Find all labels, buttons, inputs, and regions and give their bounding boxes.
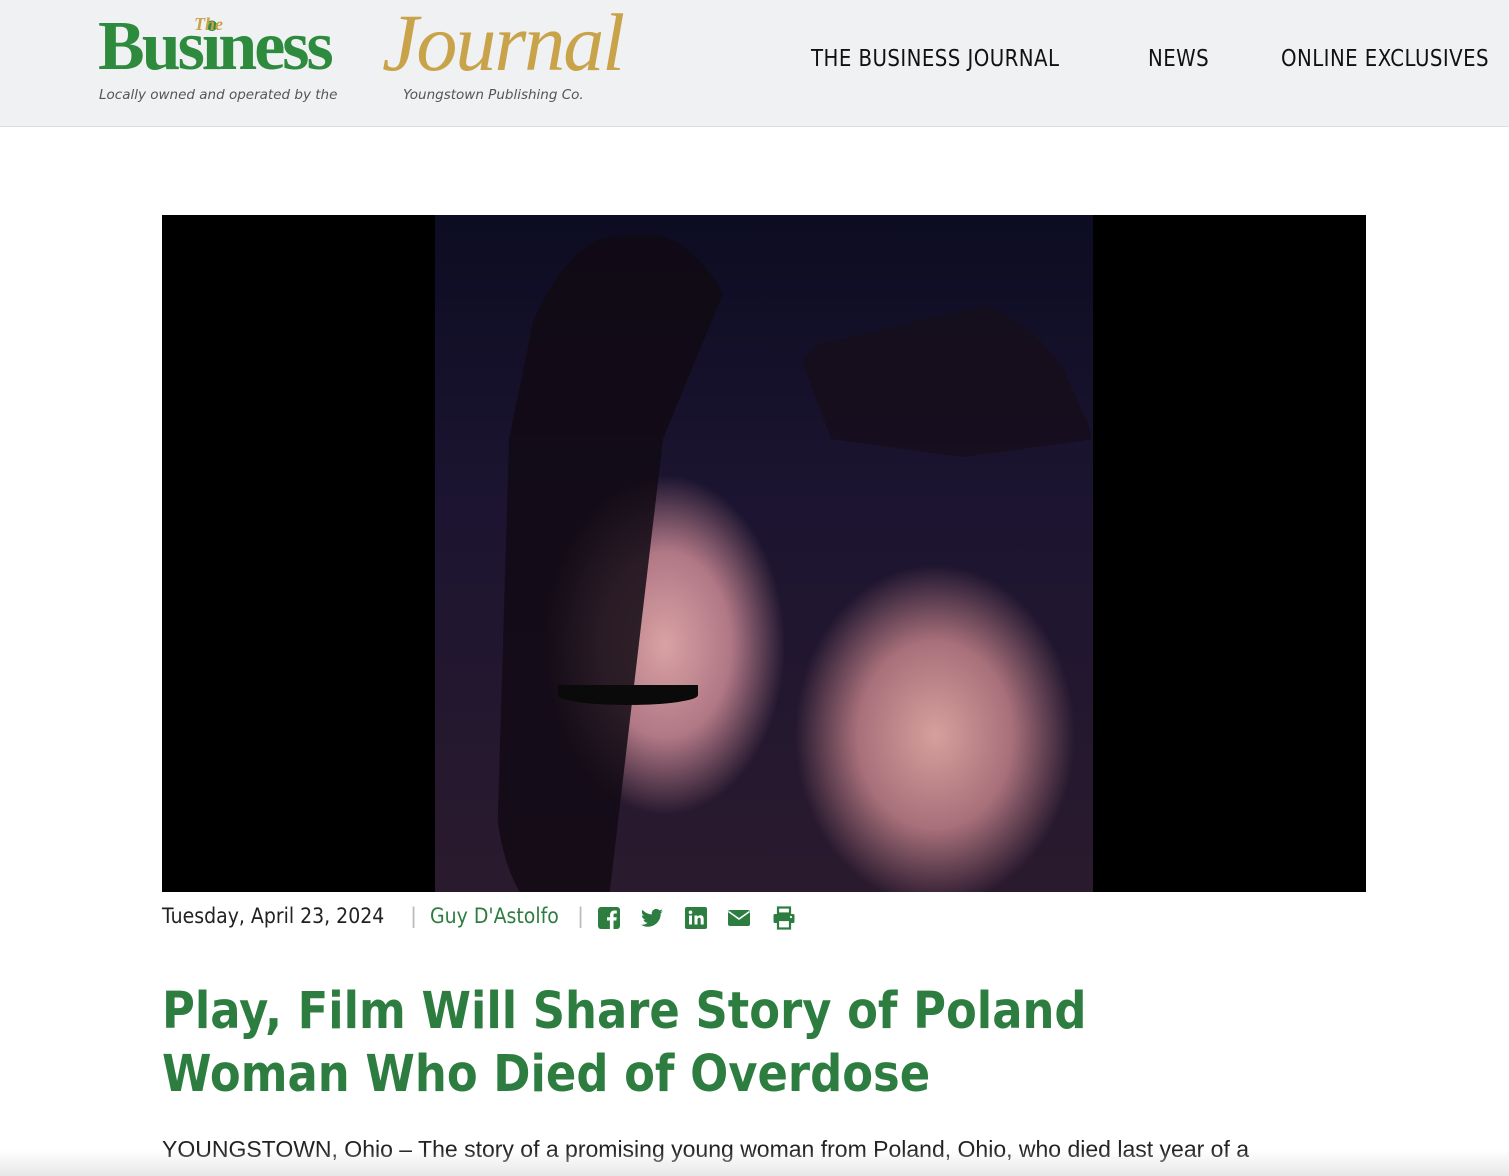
twitter-icon[interactable]: [640, 906, 664, 930]
article-meta: Tuesday, April 23, 2024 | Guy D'Astolfo …: [162, 902, 862, 936]
nav-item-the-business-journal[interactable]: THE BUSINESS JOURNAL: [811, 46, 1059, 72]
photo-shape-hair-right: [798, 295, 1095, 457]
site-header: Business The Journal Locally owned and o…: [0, 0, 1509, 127]
nav-item-news[interactable]: NEWS: [1148, 46, 1209, 72]
article-photo: [435, 215, 1095, 892]
author-link[interactable]: Guy D'Astolfo: [430, 904, 559, 928]
main-nav: THE BUSINESS JOURNAL NEWS ONLINE EXCLUSI…: [0, 46, 1509, 80]
photo-shape-choker: [558, 685, 698, 705]
article-headline: Play, Film Will Share Story of Poland Wo…: [162, 982, 1087, 1104]
hero-image: [162, 215, 1366, 892]
linkedin-icon[interactable]: [684, 906, 708, 930]
bottom-fade: [0, 1150, 1509, 1176]
facebook-icon[interactable]: [597, 906, 621, 930]
photo-shape-hair-left: [495, 235, 747, 892]
print-icon[interactable]: [772, 906, 796, 930]
meta-separator: |: [577, 904, 585, 928]
email-icon[interactable]: [727, 906, 751, 930]
article-date: Tuesday, April 23, 2024: [162, 904, 385, 928]
meta-separator: |: [410, 904, 418, 928]
logo-tagline-left: Locally owned and operated by the: [99, 87, 338, 103]
logo-tagline-right: Youngstown Publishing Co.: [403, 87, 584, 103]
logo-the-text: The: [194, 14, 223, 34]
nav-item-online-exclusives[interactable]: ONLINE EXCLUSIVES: [1281, 46, 1489, 72]
